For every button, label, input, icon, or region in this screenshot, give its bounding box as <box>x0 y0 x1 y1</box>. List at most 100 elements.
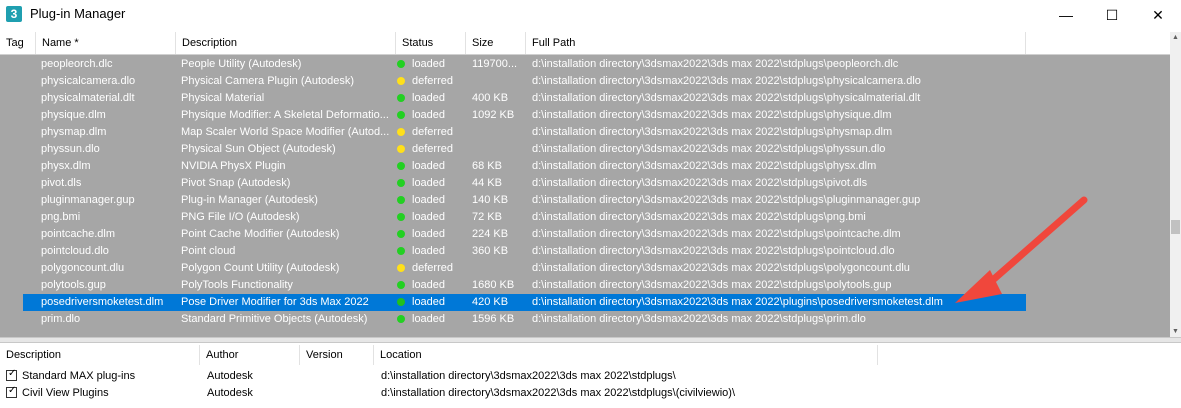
window-title: Plug-in Manager <box>30 6 126 21</box>
path-author: Autodesk <box>207 387 253 399</box>
plugin-size: 1092 KB <box>472 109 515 121</box>
plugin-full-path: d:\installation directory\3dsmax2022\3ds… <box>532 143 886 155</box>
table-row[interactable]: polygoncount.dlu Polygon Count Utility (A… <box>0 260 1170 277</box>
plugin-description: Physique Modifier: A Skeletal Deformatio… <box>181 109 389 121</box>
plugin-name: pointcloud.dlo <box>41 245 109 257</box>
bottom-column-location[interactable]: Location <box>374 345 878 365</box>
table-row[interactable]: physx.dlm NVIDIA PhysX Plugin loaded 68 KB d… <box>0 158 1170 175</box>
close-button[interactable]: ✕ <box>1135 0 1181 30</box>
list-item[interactable]: ✓ Civil View Plugins Autodesk d:\installati… <box>0 385 1181 402</box>
column-header-tag[interactable]: Tag <box>0 32 36 54</box>
column-header-full-path[interactable]: Full Path <box>526 32 1026 54</box>
plugin-size <box>472 73 524 90</box>
table-row[interactable]: pointcache.dlm Point Cache Modifier (Auto… <box>0 226 1170 243</box>
plugin-list[interactable]: peopleorch.dlc People Utility (Autodesk) l… <box>0 55 1170 337</box>
plugin-size: 224 KB <box>472 228 509 240</box>
plugin-description: Polygon Count Utility (Autodesk) <box>181 262 340 274</box>
status-loaded-dot-icon <box>397 94 405 102</box>
plugin-name: pluginmanager.gup <box>41 194 135 206</box>
table-row[interactable]: physique.dlm Physique Modifier: A Skeleta… <box>0 107 1170 124</box>
table-row[interactable]: physmap.dlm Map Scaler World Space Modifi… <box>0 124 1170 141</box>
table-row[interactable]: png.bmi PNG File I/O (Autodesk) loaded 72 K… <box>0 209 1170 226</box>
table-row-selected[interactable]: posedriversmoketest.dlm Pose Driver Modif… <box>0 294 1170 311</box>
status-loaded-dot-icon <box>397 179 405 187</box>
status-loaded-dot-icon <box>397 213 405 221</box>
table-row[interactable]: physicalcamera.dlo Physical Camera Plugin… <box>0 73 1170 90</box>
table-row[interactable]: physsun.dlo Physical Sun Object (Autodesk… <box>0 141 1170 158</box>
table-row[interactable]: pluginmanager.gup Plug-in Manager (Autode… <box>0 192 1170 209</box>
plugin-size: 400 KB <box>472 92 509 104</box>
status-deferred-dot-icon <box>397 264 405 272</box>
plugin-list-scrollbar[interactable]: ▲ ▼ <box>1170 32 1181 337</box>
plugin-name: polygoncount.dlu <box>41 262 125 274</box>
plugin-full-path: d:\installation directory\3dsmax2022\3ds… <box>532 211 866 223</box>
status-deferred-dot-icon <box>397 145 405 153</box>
plugin-full-path: d:\installation directory\3dsmax2022\3ds… <box>532 279 892 291</box>
plugin-size: 360 KB <box>472 245 509 257</box>
checkmark-icon: ✓ <box>8 368 17 379</box>
plugin-full-path: d:\installation directory\3dsmax2022\3ds… <box>532 160 877 172</box>
scroll-down-arrow-icon[interactable]: ▼ <box>1170 326 1181 337</box>
plugin-name: physique.dlm <box>41 109 106 121</box>
list-item[interactable]: ✓ Standard MAX plug-ins Autodesk d:\install… <box>0 368 1181 385</box>
plugin-full-path: d:\installation directory\3dsmax2022\3ds… <box>532 245 895 257</box>
plugin-list-header: Tag Name * Description Status Size Full … <box>0 32 1170 55</box>
plugin-path-list-header: Description Author Version Location <box>0 345 1181 365</box>
plugin-full-path: d:\installation directory\3dsmax2022\3ds… <box>532 58 899 70</box>
plugin-full-path: d:\installation directory\3dsmax2022\3ds… <box>532 313 866 325</box>
plugin-full-path: d:\installation directory\3dsmax2022\3ds… <box>532 228 901 240</box>
enable-checkbox[interactable]: ✓ <box>6 385 17 398</box>
plugin-full-path: d:\installation directory\3dsmax2022\3ds… <box>532 109 892 121</box>
plugin-status: loaded <box>412 58 446 70</box>
scroll-up-arrow-icon[interactable]: ▲ <box>1170 32 1181 43</box>
plugin-status: loaded <box>412 296 446 308</box>
plugin-status: loaded <box>412 279 446 291</box>
plugin-status: deferred <box>412 143 453 155</box>
table-row[interactable]: physicalmaterial.dlt Physical Material loa… <box>0 90 1170 107</box>
minimize-button[interactable]: — <box>1043 0 1089 30</box>
plugin-full-path: d:\installation directory\3dsmax2022\3ds… <box>532 194 921 206</box>
status-deferred-dot-icon <box>397 77 405 85</box>
plugin-name: prim.dlo <box>41 313 81 325</box>
plugin-status: deferred <box>412 75 453 87</box>
status-deferred-dot-icon <box>397 128 405 136</box>
table-row[interactable]: polytools.gup PolyTools Functionality load… <box>0 277 1170 294</box>
plugin-description: Physical Sun Object (Autodesk) <box>181 143 336 155</box>
plugin-full-path: d:\installation directory\3dsmax2022\3ds… <box>532 126 893 138</box>
plugin-description: Physical Camera Plugin (Autodesk) <box>181 75 355 87</box>
plugin-name: peopleorch.dlc <box>41 58 113 70</box>
column-header-description[interactable]: Description <box>176 32 396 54</box>
plugin-name: posedriversmoketest.dlm <box>41 296 164 308</box>
plugin-size <box>472 141 524 158</box>
plugin-description: People Utility (Autodesk) <box>181 58 302 70</box>
table-row[interactable]: pivot.dls Pivot Snap (Autodesk) loaded 44 K… <box>0 175 1170 192</box>
column-header-size[interactable]: Size <box>466 32 526 54</box>
plugin-description: Standard Primitive Objects (Autodesk) <box>181 313 368 325</box>
table-row[interactable]: pointcloud.dlo Point cloud loaded 360 KB d:\… <box>0 243 1170 260</box>
maximize-button[interactable]: ☐ <box>1089 0 1135 30</box>
plugin-description: Pose Driver Modifier for 3ds Max 2022 <box>181 296 369 308</box>
plugin-size: 1596 KB <box>472 313 515 325</box>
status-loaded-dot-icon <box>397 315 405 323</box>
bottom-column-version[interactable]: Version <box>300 345 374 365</box>
bottom-column-description[interactable]: Description <box>0 345 200 365</box>
plugin-name: pointcache.dlm <box>41 228 115 240</box>
plugin-name: pivot.dls <box>41 177 82 189</box>
plugin-description: Point Cache Modifier (Autodesk) <box>181 228 340 240</box>
pane-splitter[interactable] <box>0 337 1181 343</box>
plugin-name: physicalmaterial.dlt <box>41 92 135 104</box>
plugin-name: polytools.gup <box>41 279 106 291</box>
bottom-column-author[interactable]: Author <box>200 345 300 365</box>
plugin-status: loaded <box>412 177 446 189</box>
column-header-status[interactable]: Status <box>396 32 466 54</box>
table-row[interactable]: peopleorch.dlc People Utility (Autodesk) l… <box>0 56 1170 73</box>
enable-checkbox[interactable]: ✓ <box>6 368 17 381</box>
plugin-status: loaded <box>412 228 446 240</box>
table-row[interactable]: prim.dlo Standard Primitive Objects (Auto… <box>0 311 1170 328</box>
plugin-full-path: d:\installation directory\3dsmax2022\3ds… <box>532 75 921 87</box>
scrollbar-thumb[interactable] <box>1171 220 1180 234</box>
column-header-name[interactable]: Name * <box>36 32 176 54</box>
plugin-status: loaded <box>412 211 446 223</box>
plugin-status: deferred <box>412 262 453 274</box>
plugin-description: PolyTools Functionality <box>181 279 293 291</box>
